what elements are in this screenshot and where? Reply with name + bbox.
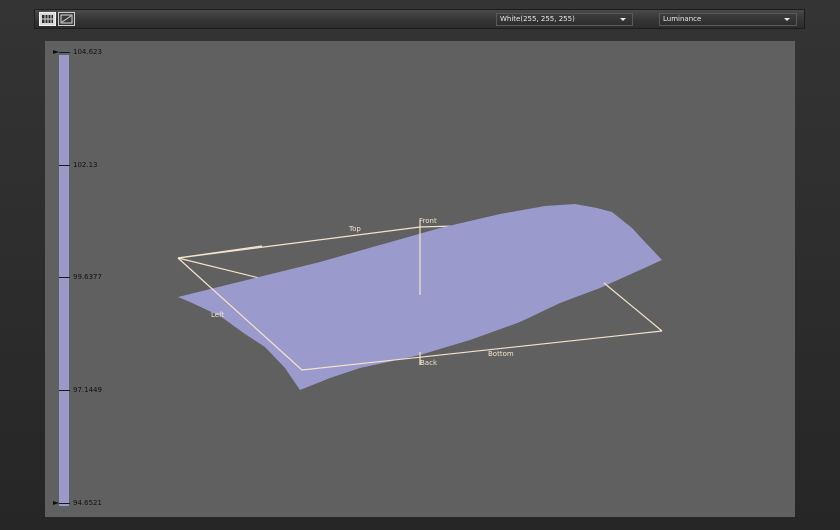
label-front: Front (419, 217, 437, 225)
label-left: Left (211, 311, 224, 319)
label-bottom: Bottom (488, 350, 514, 358)
label-back: Back (420, 359, 438, 367)
3d-surface-plot: Top Front Left Back Bottom (177, 204, 663, 390)
label-top: Top (348, 225, 361, 233)
